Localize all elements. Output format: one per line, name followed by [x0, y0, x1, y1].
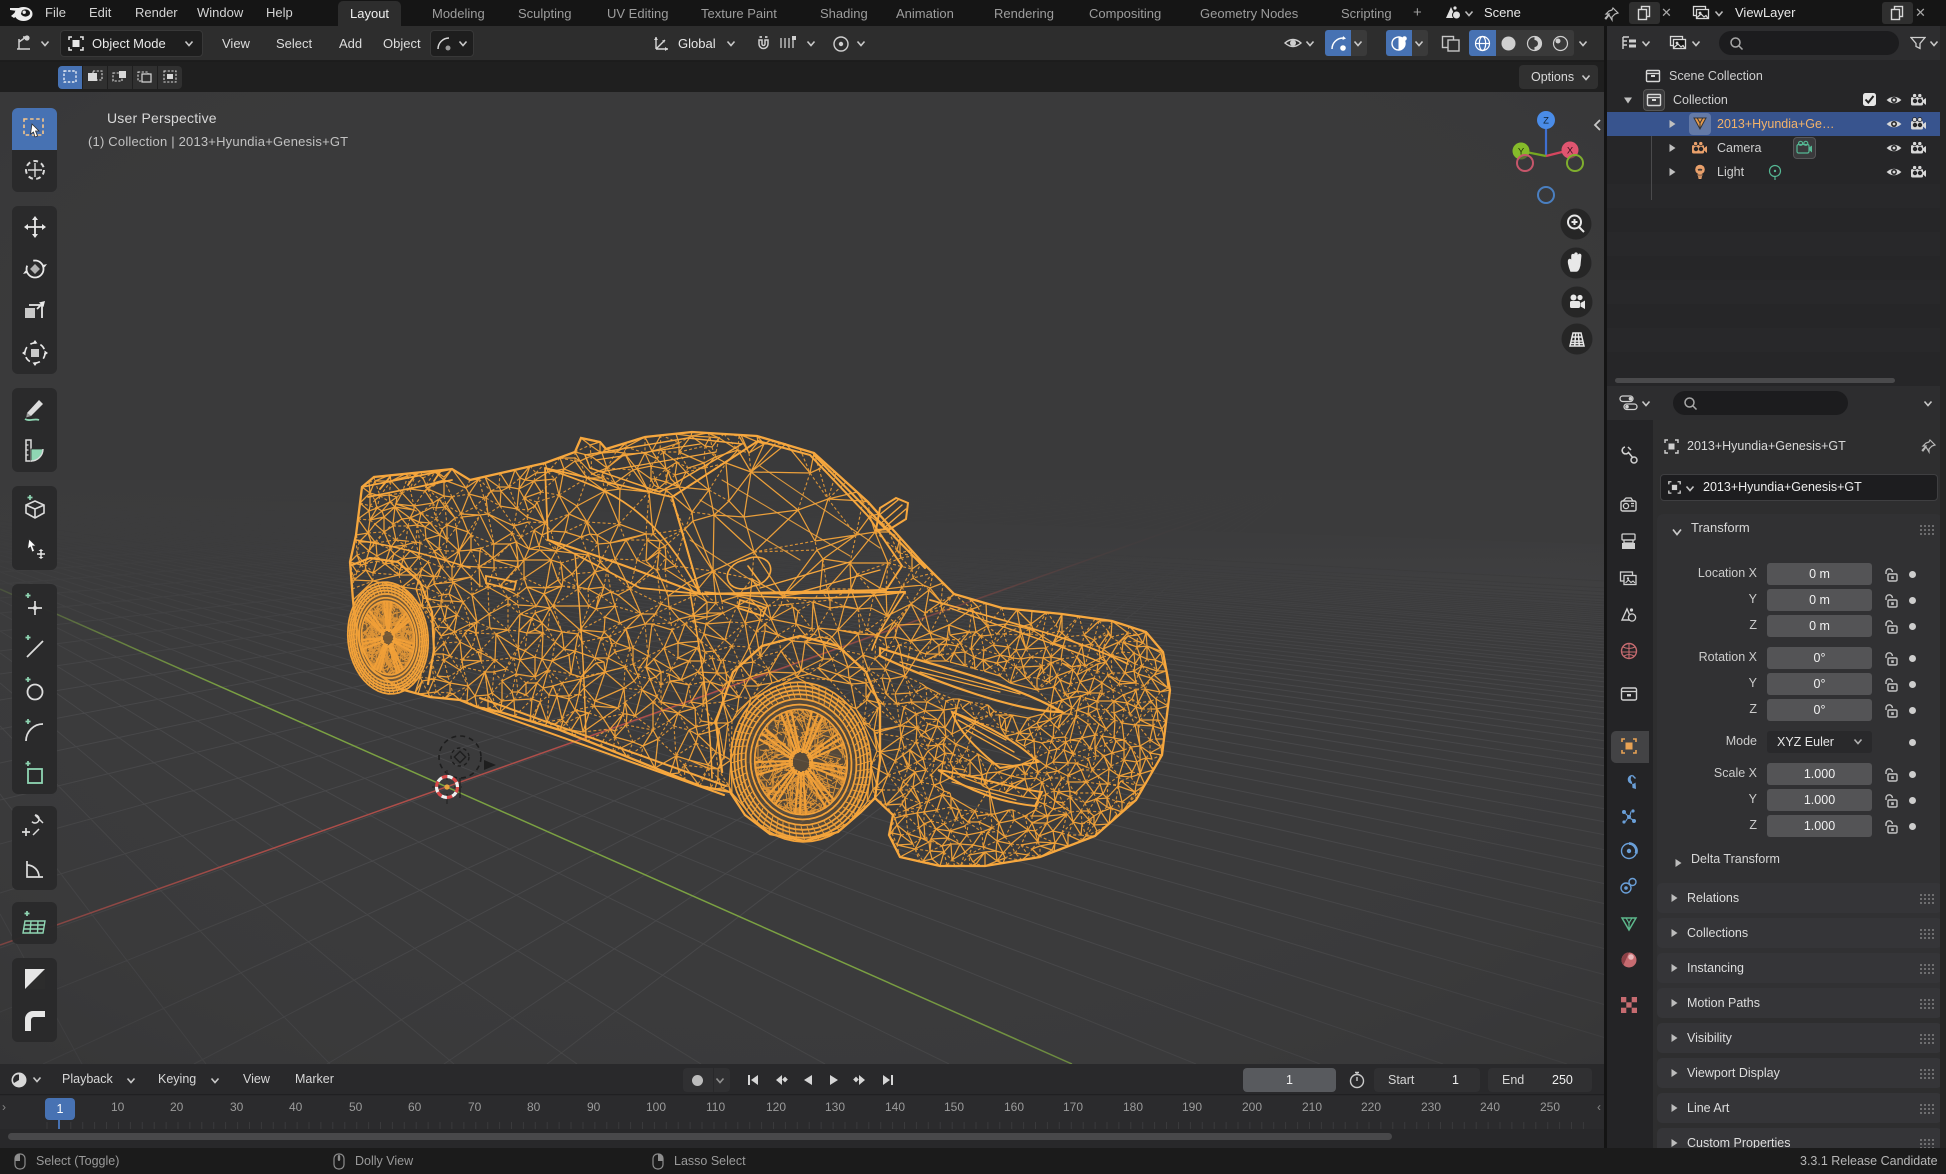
svg-text:(1) Collection | 2013+Hyundia+: (1) Collection | 2013+Hyundia+Genesis+GT — [88, 134, 348, 149]
svg-text:User Perspective: User Perspective — [107, 110, 217, 126]
svg-text:Z: Z — [1543, 116, 1549, 127]
